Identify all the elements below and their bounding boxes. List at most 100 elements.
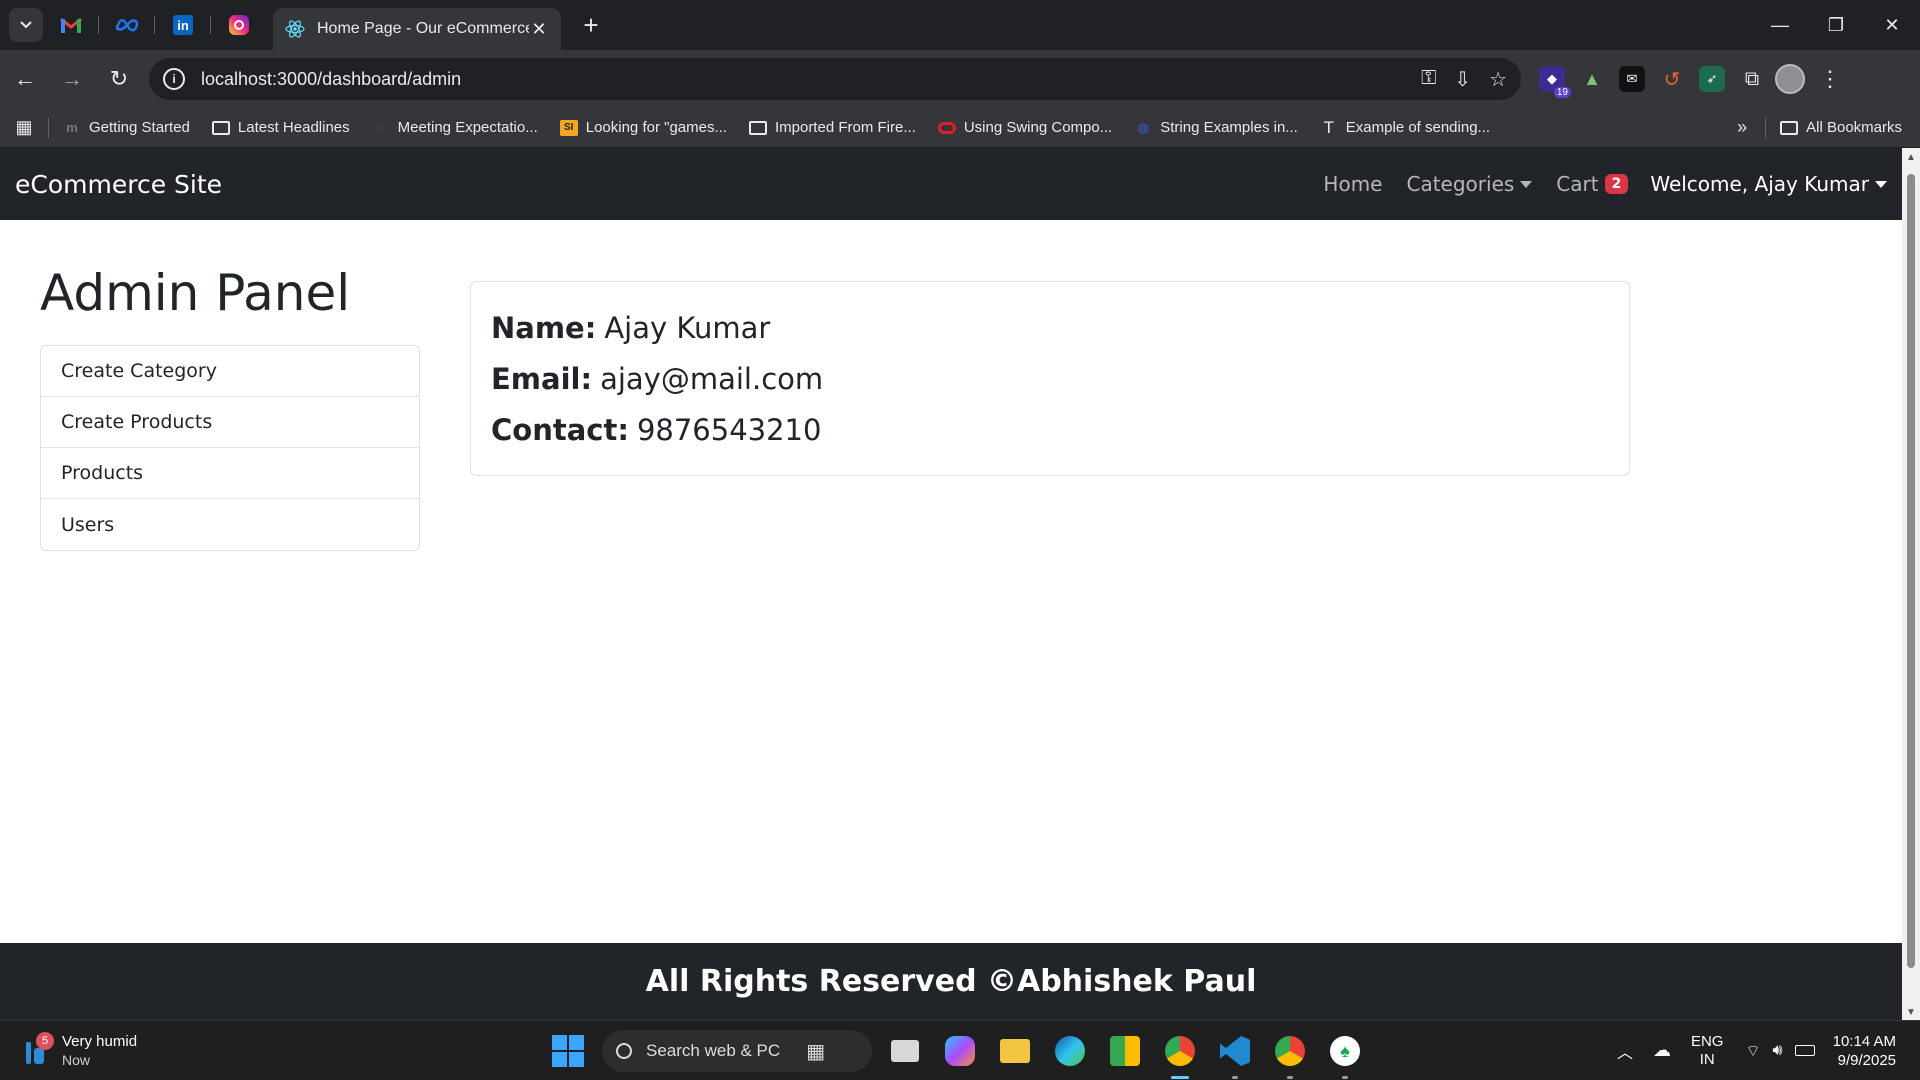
extensions-puzzle-icon[interactable]: ⧉ <box>1739 66 1765 92</box>
profile-avatar[interactable] <box>1775 64 1805 94</box>
admin-info-card: Name: Ajay Kumar Email: ajay@mail.com Cont… <box>470 281 1630 476</box>
email-line: Email: ajay@mail.com <box>491 361 824 396</box>
page-icon: ○ <box>376 120 385 135</box>
volume-icon[interactable]: 🔊︎ <box>1773 1042 1783 1060</box>
all-bookmarks[interactable]: All Bookmarks <box>1780 119 1902 136</box>
brand-link[interactable]: eCommerce Site <box>15 170 222 199</box>
pinned-tab-meta[interactable] <box>99 0 155 50</box>
language-indicator[interactable]: ENG IN <box>1691 1033 1724 1069</box>
show-hidden-icons[interactable]: ︿ <box>1617 1039 1633 1063</box>
copilot-icon[interactable] <box>938 1029 982 1073</box>
pinned-tab-linkedin[interactable]: in <box>155 0 211 50</box>
meet-icon[interactable] <box>1103 1029 1147 1073</box>
folder-icon <box>1780 120 1799 136</box>
taskbar-search[interactable]: Search web & PC ▦ <box>602 1030 872 1072</box>
battery-icon[interactable] <box>1794 1045 1815 1056</box>
menu-create-category[interactable]: Create Category <box>41 346 419 397</box>
extension-hat-icon[interactable]: ◆ 19 <box>1539 66 1571 98</box>
extension-rocket-icon[interactable]: ➶ <box>1699 66 1725 92</box>
name-line: Name: Ajay Kumar <box>491 310 771 345</box>
extension-chart-icon[interactable]: ▲ <box>1579 66 1605 92</box>
close-tab-icon[interactable]: ✕ <box>529 19 549 40</box>
gmail-icon <box>60 17 82 33</box>
bookmark-item[interactable]: Using Swing Compo... <box>937 119 1112 136</box>
caret-down-icon <box>1520 180 1533 188</box>
more-bookmarks-icon[interactable]: » <box>1737 117 1747 138</box>
clock[interactable]: 10:14 AM 9/9/2025 <box>1833 1032 1896 1070</box>
bookmark-item[interactable]: SI Looking for "games... <box>559 119 727 136</box>
folder-icon <box>748 120 767 136</box>
caret-down-icon <box>1875 180 1887 188</box>
bookmark-item[interactable]: T Example of sending... <box>1320 117 1490 137</box>
window-controls: — ❐ ✕ <box>1752 0 1920 50</box>
chrome-profile-icon[interactable] <box>1268 1029 1312 1079</box>
menu-dots-icon[interactable]: ⋮ <box>1819 66 1841 92</box>
contact-line: Contact: 9876543210 <box>491 412 822 447</box>
taskbar-apps: Search web & PC ▦ ♠ <box>552 1021 1367 1080</box>
task-view-icon[interactable] <box>883 1029 927 1073</box>
extension-refresh-icon[interactable]: ↺ <box>1659 66 1685 92</box>
edge-icon[interactable] <box>1048 1029 1092 1073</box>
apps-grid-icon[interactable]: ▦ <box>0 117 48 138</box>
close-window-icon[interactable]: ✕ <box>1864 0 1920 50</box>
page-viewport: eCommerce Site Home Categories Cart 2 Wel… <box>0 148 1902 1020</box>
scroll-down-icon[interactable]: ▼ <box>1906 1007 1916 1018</box>
extension-mask-icon[interactable]: ✉ <box>1619 66 1645 92</box>
folder-icon <box>211 120 230 136</box>
forward-arrow-icon[interactable]: → <box>50 57 94 101</box>
bookmark-item[interactable]: Imported From Fire... <box>748 119 916 136</box>
vscode-icon[interactable] <box>1213 1029 1257 1079</box>
tab-title: Home Page - Our eCommerce Site <box>317 20 529 37</box>
menu-create-products[interactable]: Create Products <box>41 397 419 448</box>
file-explorer-icon[interactable] <box>993 1029 1037 1073</box>
pinned-tab-instagram[interactable] <box>211 0 267 50</box>
nav-cart[interactable]: Cart 2 <box>1556 172 1629 196</box>
bookmark-item[interactable]: m Getting Started <box>63 119 190 136</box>
pinned-tab-gmail[interactable] <box>43 0 99 50</box>
bookmark-item[interactable]: ○ Meeting Expectatio... <box>372 119 538 136</box>
extensions-area: ◆ 19 ▲ ✉ ↺ ➶ ⧉ <box>1539 66 1765 98</box>
m-icon: m <box>66 120 78 135</box>
bookmark-item[interactable]: Latest Headlines <box>211 119 350 136</box>
bookmark-item[interactable]: ◍ String Examples in... <box>1134 119 1298 136</box>
site-info-icon[interactable]: i <box>163 68 185 90</box>
restore-icon[interactable]: ❐ <box>1808 0 1864 50</box>
menu-users[interactable]: Users <box>41 499 419 550</box>
extension-badge: 19 <box>1553 87 1571 98</box>
bookmarks-bar: ▦ m Getting Started Latest Headlines ○ Mee… <box>0 108 1920 148</box>
t-icon: T <box>1323 117 1334 137</box>
url-text[interactable]: localhost:3000/dashboard/admin <box>201 69 1421 90</box>
onedrive-icon[interactable]: ☁ <box>1653 1040 1671 1061</box>
address-bar[interactable]: i localhost:3000/dashboard/admin ⚿ ⇩ ☆ <box>149 58 1521 100</box>
site-navbar: eCommerce Site Home Categories Cart 2 Wel… <box>0 148 1902 220</box>
reload-icon[interactable]: ↻ <box>97 57 141 101</box>
minimize-icon[interactable]: — <box>1752 0 1808 50</box>
user-dropdown[interactable]: Welcome, Ajay Kumar <box>1650 172 1887 196</box>
weather-widget[interactable]: 5 Very humid Now <box>22 1031 138 1070</box>
bookmark-star-icon[interactable]: ☆ <box>1489 67 1507 92</box>
wifi-icon[interactable]: ⌔ <box>1745 1041 1760 1061</box>
cart-count-badge: 2 <box>1604 174 1629 194</box>
tab-search-button[interactable] <box>9 8 43 42</box>
key-icon[interactable]: ⚿ <box>1421 67 1436 92</box>
active-tab[interactable]: Home Page - Our eCommerce Site ✕ <box>273 8 561 50</box>
install-app-icon[interactable]: ⇩ <box>1454 67 1471 92</box>
weather-time: Now <box>62 1051 91 1068</box>
windows-start-icon[interactable] <box>552 1035 584 1067</box>
new-tab-button[interactable]: + <box>571 5 611 45</box>
si-icon: SI <box>559 119 578 136</box>
scroll-up-icon[interactable]: ▲ <box>1906 152 1916 163</box>
menu-products[interactable]: Products <box>41 448 419 499</box>
chevron-down-icon <box>20 21 32 29</box>
search-icon <box>616 1043 632 1059</box>
chrome-icon[interactable] <box>1158 1029 1202 1079</box>
nav-home[interactable]: Home <box>1323 172 1382 196</box>
mongodb-icon[interactable]: ♠ <box>1323 1029 1367 1079</box>
back-arrow-icon[interactable]: ← <box>3 57 47 101</box>
scrollbar-thumb[interactable] <box>1907 174 1915 968</box>
page-scrollbar[interactable]: ▲ ▼ <box>1902 148 1920 1020</box>
nav-categories[interactable]: Categories <box>1406 172 1533 196</box>
weather-badge: 5 <box>36 1031 54 1050</box>
taskbar: 5 Very humid Now Search web & PC ▦ ♠ ︿ ☁… <box>0 1020 1920 1080</box>
weather-condition: Very humid <box>62 1032 138 1050</box>
